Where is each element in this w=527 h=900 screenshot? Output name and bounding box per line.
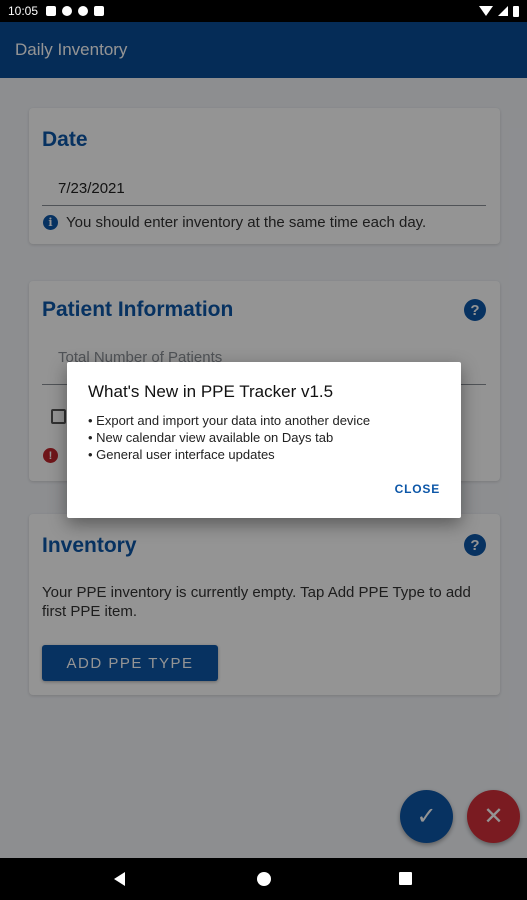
signal-icon [498,6,508,16]
dialog-feature-list: Export and import your data into another… [88,412,370,463]
whats-new-dialog: What's New in PPE Tracker v1.5 Export an… [67,362,461,518]
dialog-title: What's New in PPE Tracker v1.5 [88,382,334,401]
wifi-icon [479,6,493,16]
system-nav-bar [0,858,527,900]
notification-icon [46,6,57,16]
status-bar: 10:05 [0,0,527,22]
dialog-close-button[interactable]: CLOSE [395,482,440,496]
status-time: 10:05 [8,4,39,18]
back-icon[interactable] [114,872,125,886]
sync-icon [62,6,73,16]
battery-icon [513,5,519,17]
dialog-list-item: New calendar view available on Days tab [88,429,370,446]
dialog-list-item: General user interface updates [88,446,370,463]
home-icon[interactable] [257,872,271,886]
sd-card-icon [94,6,105,16]
app-notification-icon [78,6,89,16]
dialog-list-item: Export and import your data into another… [88,412,370,429]
recent-apps-icon[interactable] [399,872,412,885]
